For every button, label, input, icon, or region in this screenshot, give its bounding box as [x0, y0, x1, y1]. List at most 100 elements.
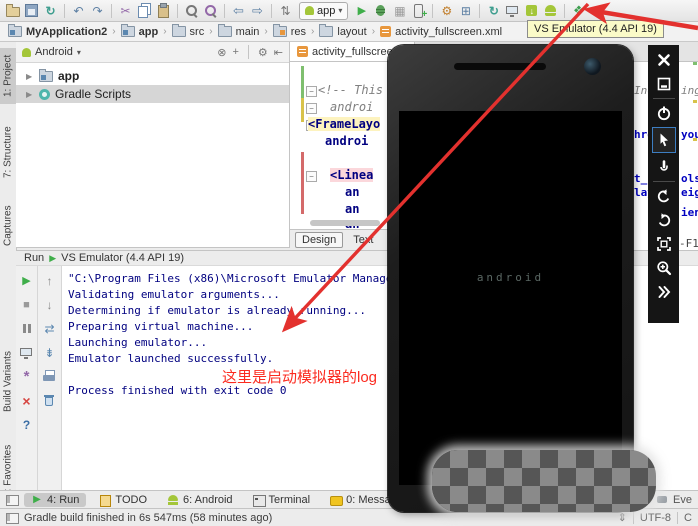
tree-item-app[interactable]: ▶ app — [16, 67, 289, 85]
help-icon[interactable]: ? — [589, 2, 606, 19]
touch-icon[interactable] — [653, 157, 675, 177]
trash-icon[interactable] — [41, 392, 58, 409]
search-icon[interactable] — [183, 2, 200, 19]
zoom-in-icon[interactable] — [653, 258, 675, 278]
avd-manager-icon[interactable] — [542, 2, 559, 19]
project-structure-icon[interactable]: ⊞ — [457, 2, 474, 19]
sort-icon[interactable]: ⇅ — [277, 2, 294, 19]
close-icon[interactable] — [653, 50, 675, 70]
sidebar-item-project[interactable]: 1: Project — [0, 48, 16, 104]
run-tab-label[interactable]: Run — [24, 252, 44, 264]
emulator-screen[interactable]: android — [399, 111, 622, 485]
terminal-icon — [253, 494, 265, 506]
down-stack-icon[interactable]: ↓ — [41, 296, 58, 313]
code-fragment: ols" — [681, 172, 698, 185]
coverage-icon[interactable]: ▦ — [391, 2, 408, 19]
view-selector[interactable]: Android — [35, 46, 73, 58]
scroll-end-icon[interactable]: ⇟ — [41, 344, 58, 361]
expander-icon[interactable]: ▶ — [26, 72, 34, 81]
event-log[interactable]: Eve — [657, 494, 692, 506]
copy-icon[interactable] — [136, 2, 153, 19]
phone-speaker — [454, 63, 546, 70]
expander-icon[interactable]: ▶ — [26, 90, 34, 99]
sidebar-item-captures[interactable]: Captures — [0, 195, 16, 257]
run-icon[interactable]: ▶ — [353, 2, 370, 19]
error-stripe-mark[interactable] — [693, 62, 697, 65]
error-stripe-mark[interactable] — [693, 100, 697, 103]
project-folder-icon — [8, 26, 22, 37]
tree-item-gradle-scripts[interactable]: ▶ Gradle Scripts — [16, 85, 289, 103]
help-run-icon[interactable]: ? — [18, 416, 35, 433]
breadcrumb-item[interactable]: res — [271, 26, 308, 38]
undo-icon[interactable]: ↶ — [70, 2, 87, 19]
breadcrumb-item[interactable]: src — [170, 26, 207, 38]
rotate-right-icon[interactable] — [653, 210, 675, 230]
tab-design[interactable]: Design — [295, 232, 343, 248]
attach-debugger-icon[interactable] — [410, 2, 427, 19]
monitor-icon[interactable] — [18, 344, 35, 361]
sidebar-item-build-variants[interactable]: Build Variants — [0, 340, 16, 424]
tooltip-vs-emulator: VS Emulator (4.4 API 19) — [527, 20, 664, 38]
fold-marker-icon[interactable]: − — [306, 103, 317, 114]
fit-screen-icon[interactable] — [653, 234, 675, 254]
more-chevron-icon[interactable] — [653, 282, 675, 302]
fold-marker-icon[interactable]: − — [306, 86, 317, 97]
emulator-window[interactable]: android — [388, 45, 633, 512]
pin-icon[interactable]: * — [18, 368, 35, 385]
sidebar-item-structure[interactable]: 7: Structure — [0, 116, 16, 188]
module-folder-icon — [39, 71, 53, 82]
softwrap-icon[interactable]: ⇄ — [41, 320, 58, 337]
sdk-manager-icon[interactable] — [523, 2, 540, 19]
save-icon[interactable] — [23, 2, 40, 19]
open-folder-icon[interactable] — [4, 2, 21, 19]
locate-icon[interactable]: + — [232, 46, 238, 58]
printer-icon[interactable] — [41, 368, 58, 385]
replace-icon[interactable] — [202, 2, 219, 19]
up-stack-icon[interactable]: ↑ — [41, 272, 58, 289]
toolbar-separator — [479, 4, 480, 18]
breadcrumb-item[interactable]: main — [216, 26, 262, 38]
gear-icon[interactable]: ⚙ — [258, 46, 268, 59]
vs-emulator-icon[interactable]: ❖ — [570, 2, 587, 19]
run-configuration-selector[interactable]: app ▾ — [299, 2, 348, 20]
gradle-sync-icon[interactable]: ↻ — [485, 2, 502, 19]
window-toggle-icon[interactable] — [6, 512, 18, 524]
paste-icon[interactable] — [155, 2, 172, 19]
hide-panel-icon[interactable]: ⇤ — [274, 46, 283, 59]
minimize-icon[interactable] — [653, 74, 675, 94]
device-monitor-icon[interactable] — [504, 2, 521, 19]
stop-icon[interactable]: ■ — [18, 296, 35, 313]
context-indicator[interactable]: C — [684, 512, 692, 524]
wrench-icon[interactable]: ⚙ — [438, 2, 455, 19]
rotate-left-icon[interactable] — [653, 186, 675, 206]
chevron-right-icon: › — [209, 26, 212, 37]
tab-text[interactable]: Text — [353, 234, 373, 246]
cursor-icon[interactable] — [652, 127, 676, 153]
horizontal-scrollbar[interactable] — [310, 220, 380, 226]
breadcrumb-item[interactable]: MyApplication2 — [6, 26, 109, 38]
back-icon[interactable]: ⇦ — [230, 2, 247, 19]
forward-icon[interactable]: ⇨ — [249, 2, 266, 19]
collapse-all-icon[interactable]: ⊗ — [217, 46, 226, 59]
power-icon[interactable] — [653, 103, 675, 123]
redo-icon[interactable]: ↷ — [89, 2, 106, 19]
sync-icon[interactable]: ↻ — [42, 2, 59, 19]
run-toolbar-console: ↑ ↓ ⇄ ⇟ — [38, 266, 62, 490]
window-toggle-icon[interactable] — [6, 494, 18, 506]
breadcrumb-item[interactable]: activity_fullscreen.xml — [378, 26, 504, 38]
rerun-icon[interactable]: ▶ — [18, 272, 35, 289]
tab-todo[interactable]: TODO — [92, 493, 154, 507]
debug-icon[interactable] — [372, 2, 389, 19]
pause-icon[interactable] — [18, 320, 35, 337]
cut-icon[interactable]: ✂ — [117, 2, 134, 19]
close-run-icon[interactable]: × — [18, 392, 35, 409]
fold-marker-icon[interactable]: − — [306, 171, 317, 182]
breadcrumb-item[interactable]: app — [119, 26, 161, 38]
line-separator-icon[interactable]: ⇕ — [618, 511, 627, 524]
tab-android[interactable]: 6: Android — [160, 493, 240, 507]
error-stripe-mark[interactable] — [693, 138, 697, 141]
tab-run[interactable]: ▶ 4: Run — [24, 493, 86, 507]
encoding-selector[interactable]: UTF-8 — [640, 512, 671, 524]
breadcrumb-item[interactable]: layout — [317, 26, 368, 38]
tab-terminal[interactable]: Terminal — [246, 493, 318, 507]
